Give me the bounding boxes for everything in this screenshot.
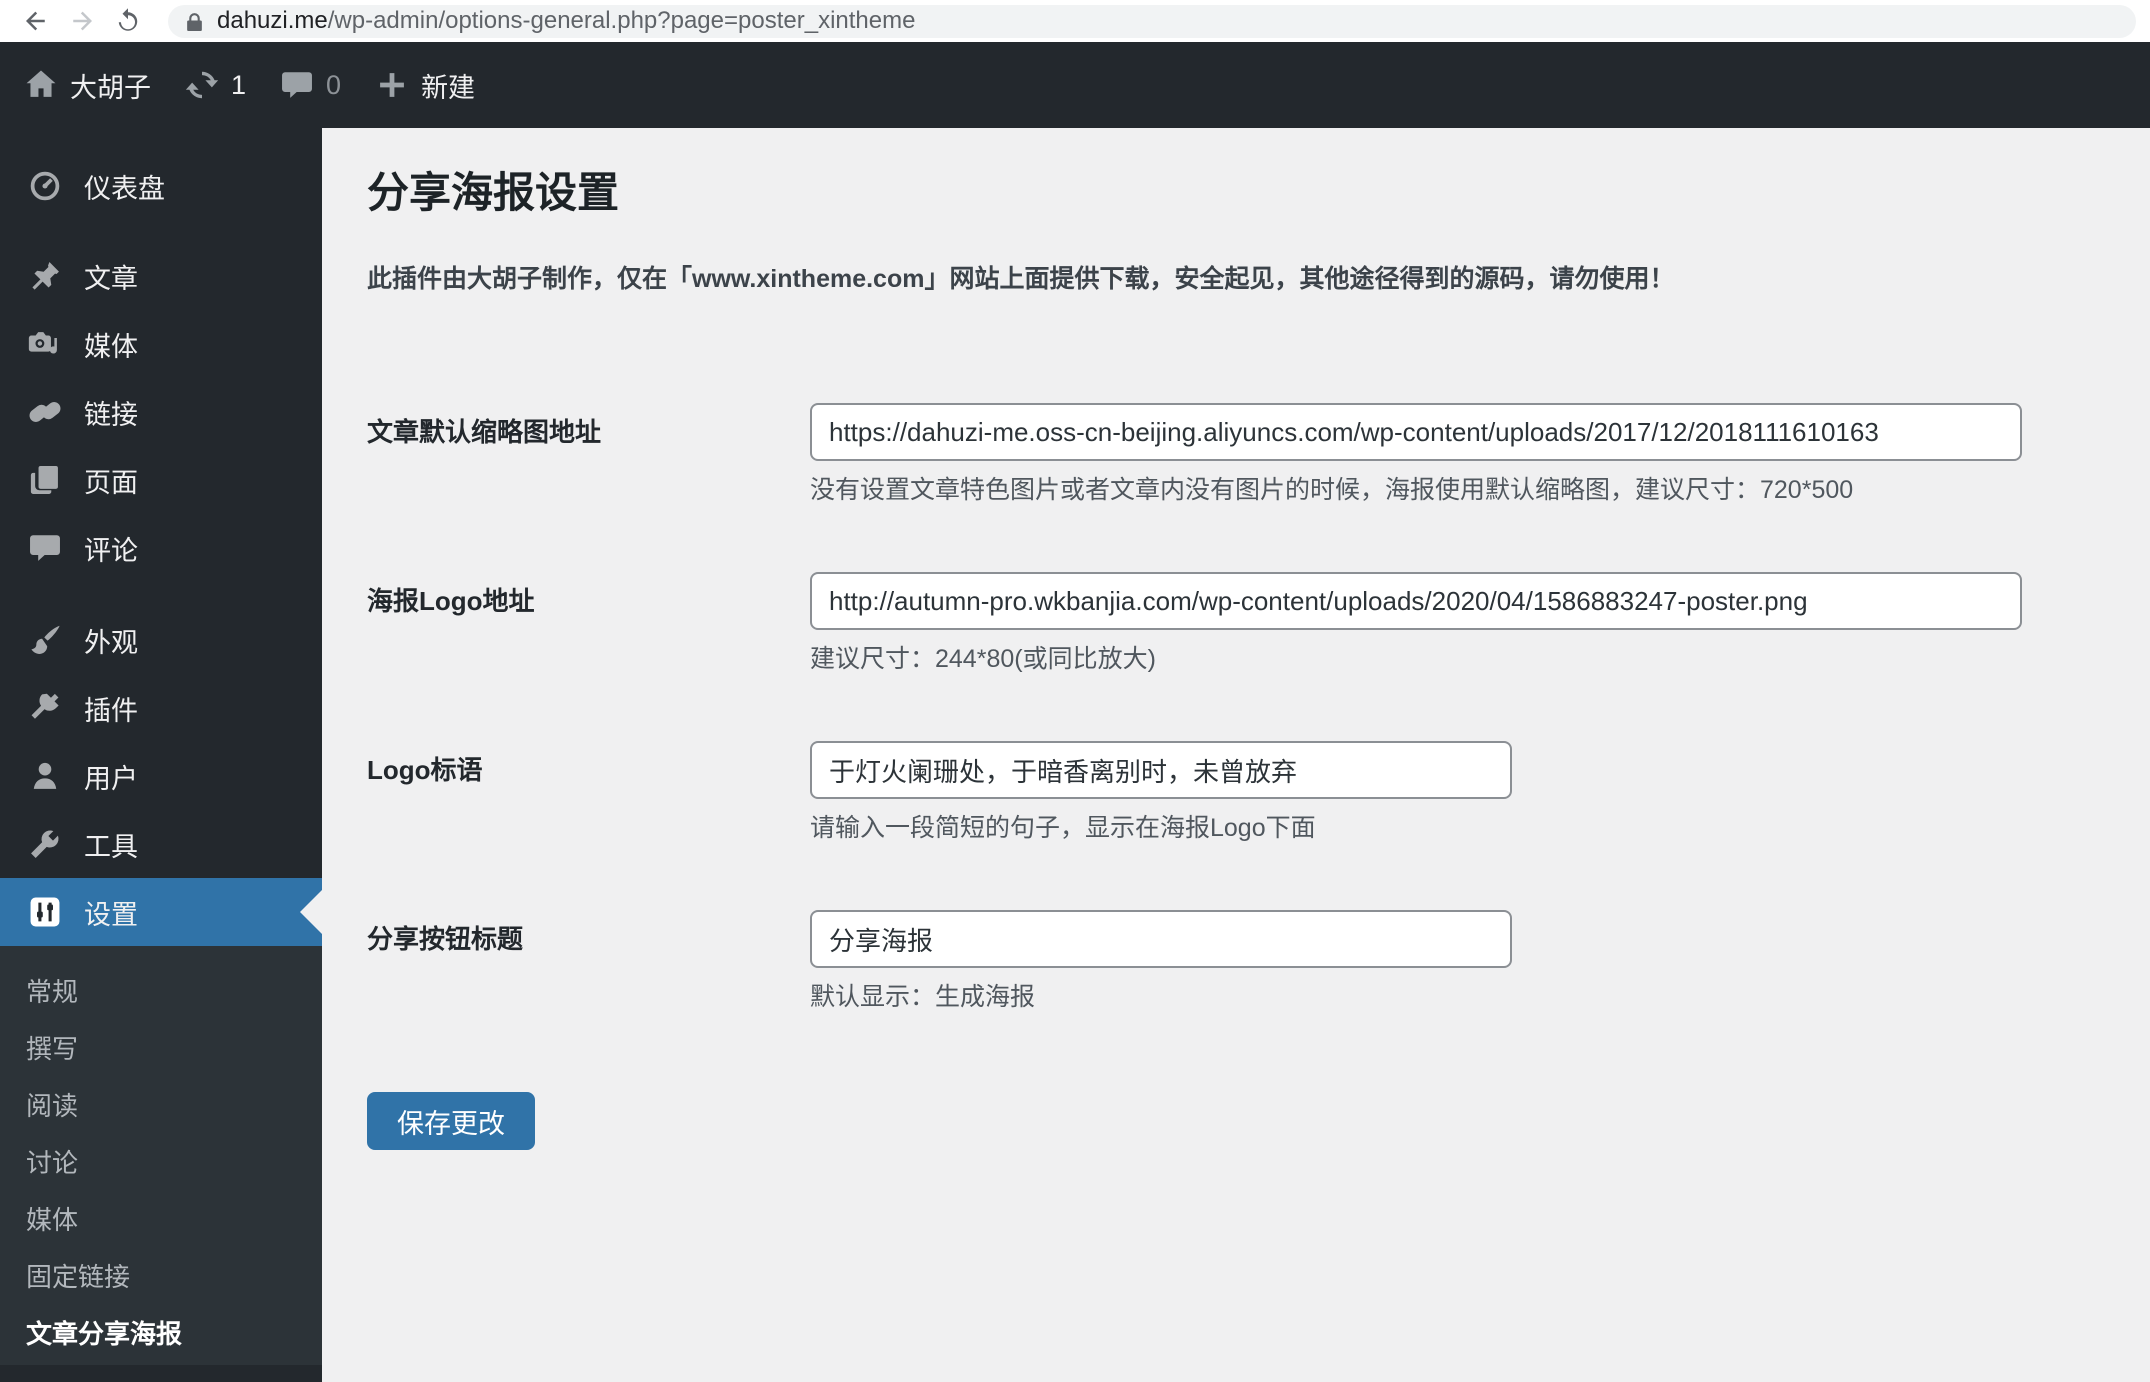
link-icon — [26, 393, 64, 431]
url-text: dahuzi.me/wp-admin/options-general.php?p… — [217, 7, 915, 35]
field-label: 分享按钮标题 — [367, 924, 524, 954]
dashboard-icon — [26, 167, 64, 205]
sidebar-item-links[interactable]: 链接 — [0, 378, 322, 446]
sidebar-item-label: 文章 — [84, 263, 138, 294]
submenu-item-discussion[interactable]: 讨论 — [0, 1133, 322, 1190]
submenu-label: 撰写 — [26, 1034, 79, 1064]
new-content-menu[interactable]: 新建 — [375, 66, 475, 105]
form-row-thumbnail-url: 文章默认缩略图地址 没有设置文章特色图片或者文章内没有图片的时候，海报使用默认缩… — [367, 403, 2102, 507]
appearance-icon — [26, 621, 64, 659]
submenu-label: 固定链接 — [26, 1262, 131, 1292]
field-hint: 请输入一段简短的句子，显示在海报Logo下面 — [810, 814, 1316, 842]
poster-settings-form: 文章默认缩略图地址 没有设置文章特色图片或者文章内没有图片的时候，海报使用默认缩… — [367, 403, 2102, 1150]
settings-submenu: 常规 撰写 阅读 讨论 媒体 固定链接 文章分享海报 — [0, 946, 322, 1365]
comment-count: 0 — [326, 69, 342, 100]
updates-menu[interactable]: 1 — [185, 68, 246, 102]
plugin-notice: 此插件由大胡子制作，仅在「www.xintheme.com」网站上面提供下载，安… — [367, 265, 1675, 293]
sidebar-item-comments[interactable]: 评论 — [0, 514, 322, 582]
sidebar-item-label: 仪表盘 — [84, 173, 165, 204]
home-icon — [26, 70, 56, 97]
site-name: 大胡子 — [70, 72, 151, 103]
plugin-icon — [26, 689, 64, 727]
tools-icon — [26, 825, 64, 863]
settings-page: 分享海报设置 此插件由大胡子制作，仅在「www.xintheme.com」网站上… — [322, 128, 2150, 1382]
site-menu[interactable]: 大胡子 — [24, 66, 151, 105]
admin-sidebar: 仪表盘 文章 媒体 链接 页面 评论 外观 插件 用户 工具 设置 常规 撰写 … — [0, 128, 322, 1382]
update-count: 1 — [231, 69, 247, 100]
form-row-share-button-title: 分享按钮标题 默认显示：生成海报 — [367, 910, 2102, 1014]
sidebar-item-label: 插件 — [84, 695, 138, 726]
sidebar-item-label: 外观 — [84, 627, 138, 658]
field-hint: 建议尺寸：244*80(或同比放大) — [810, 645, 1156, 673]
forward-button[interactable] — [66, 5, 98, 37]
submenu-item-general[interactable]: 常规 — [0, 962, 322, 1019]
field-label: 文章默认缩略图地址 — [367, 417, 602, 447]
new-label: 新建 — [421, 72, 476, 103]
sidebar-item-dashboard[interactable]: 仪表盘 — [0, 152, 322, 220]
field-label: Logo标语 — [367, 755, 483, 785]
submenu-item-poster[interactable]: 文章分享海报 — [0, 1304, 322, 1361]
sidebar-item-label: 链接 — [84, 399, 138, 430]
submenu-label: 媒体 — [26, 1205, 79, 1235]
sidebar-item-posts[interactable]: 文章 — [0, 242, 322, 310]
sidebar-item-label: 用户 — [84, 763, 138, 794]
sidebar-item-label: 工具 — [84, 831, 138, 862]
back-button[interactable] — [20, 5, 52, 37]
plus-icon — [380, 73, 404, 97]
update-icon — [185, 71, 219, 99]
comment-bubble-icon — [282, 72, 312, 98]
sidebar-item-settings[interactable]: 设置 — [0, 878, 322, 946]
comments-menu[interactable]: 0 — [280, 68, 341, 102]
comments-icon — [26, 529, 64, 567]
sidebar-item-plugins[interactable]: 插件 — [0, 674, 322, 742]
sidebar-item-users[interactable]: 用户 — [0, 742, 322, 810]
sidebar-item-label: 评论 — [84, 535, 138, 566]
settings-icon — [26, 893, 64, 931]
form-row-logo-url: 海报Logo地址 建议尺寸：244*80(或同比放大) — [367, 572, 2102, 676]
submenu-label: 文章分享海报 — [26, 1319, 183, 1349]
logo-url-input[interactable] — [810, 572, 2022, 630]
field-hint: 默认显示：生成海报 — [810, 983, 1036, 1011]
sidebar-item-tools[interactable]: 工具 — [0, 810, 322, 878]
url-domain: dahuzi.me — [217, 7, 328, 34]
submenu-item-permalinks[interactable]: 固定链接 — [0, 1247, 322, 1304]
submenu-item-media[interactable]: 媒体 — [0, 1190, 322, 1247]
sidebar-item-appearance[interactable]: 外观 — [0, 606, 322, 674]
submenu-label: 常规 — [26, 977, 79, 1007]
address-bar[interactable]: dahuzi.me/wp-admin/options-general.php?p… — [168, 4, 2136, 38]
users-icon — [26, 757, 64, 795]
submenu-item-writing[interactable]: 撰写 — [0, 1019, 322, 1076]
pin-icon — [26, 257, 64, 295]
lock-icon — [187, 12, 202, 31]
url-path: /wp-admin/options-general.php?page=poste… — [327, 7, 916, 34]
sidebar-item-pages[interactable]: 页面 — [0, 446, 322, 514]
sidebar-item-label: 页面 — [84, 467, 138, 498]
sidebar-item-label: 设置 — [84, 899, 138, 930]
pages-icon — [26, 461, 64, 499]
field-hint: 没有设置文章特色图片或者文章内没有图片的时候，海报使用默认缩略图，建议尺寸：72… — [810, 476, 1854, 504]
sidebar-item-media[interactable]: 媒体 — [0, 310, 322, 378]
sidebar-item-label: 媒体 — [84, 331, 138, 362]
browser-toolbar: dahuzi.me/wp-admin/options-general.php?p… — [0, 0, 2150, 42]
form-row-logo-slogan: Logo标语 请输入一段简短的句子，显示在海报Logo下面 — [367, 741, 2102, 845]
save-button[interactable]: 保存更改 — [367, 1092, 535, 1150]
share-button-title-input[interactable] — [810, 910, 1512, 968]
wp-admin-bar: 大胡子 1 0 新建 — [0, 42, 2150, 128]
thumbnail-url-input[interactable] — [810, 403, 2022, 461]
submenu-item-reading[interactable]: 阅读 — [0, 1076, 322, 1133]
page-title: 分享海报设置 — [367, 169, 620, 216]
reload-button[interactable] — [112, 5, 144, 37]
submenu-label: 讨论 — [26, 1148, 79, 1178]
logo-slogan-input[interactable] — [810, 741, 1512, 799]
media-icon — [26, 325, 64, 363]
field-label: 海报Logo地址 — [367, 586, 535, 616]
submenu-label: 阅读 — [26, 1091, 79, 1121]
